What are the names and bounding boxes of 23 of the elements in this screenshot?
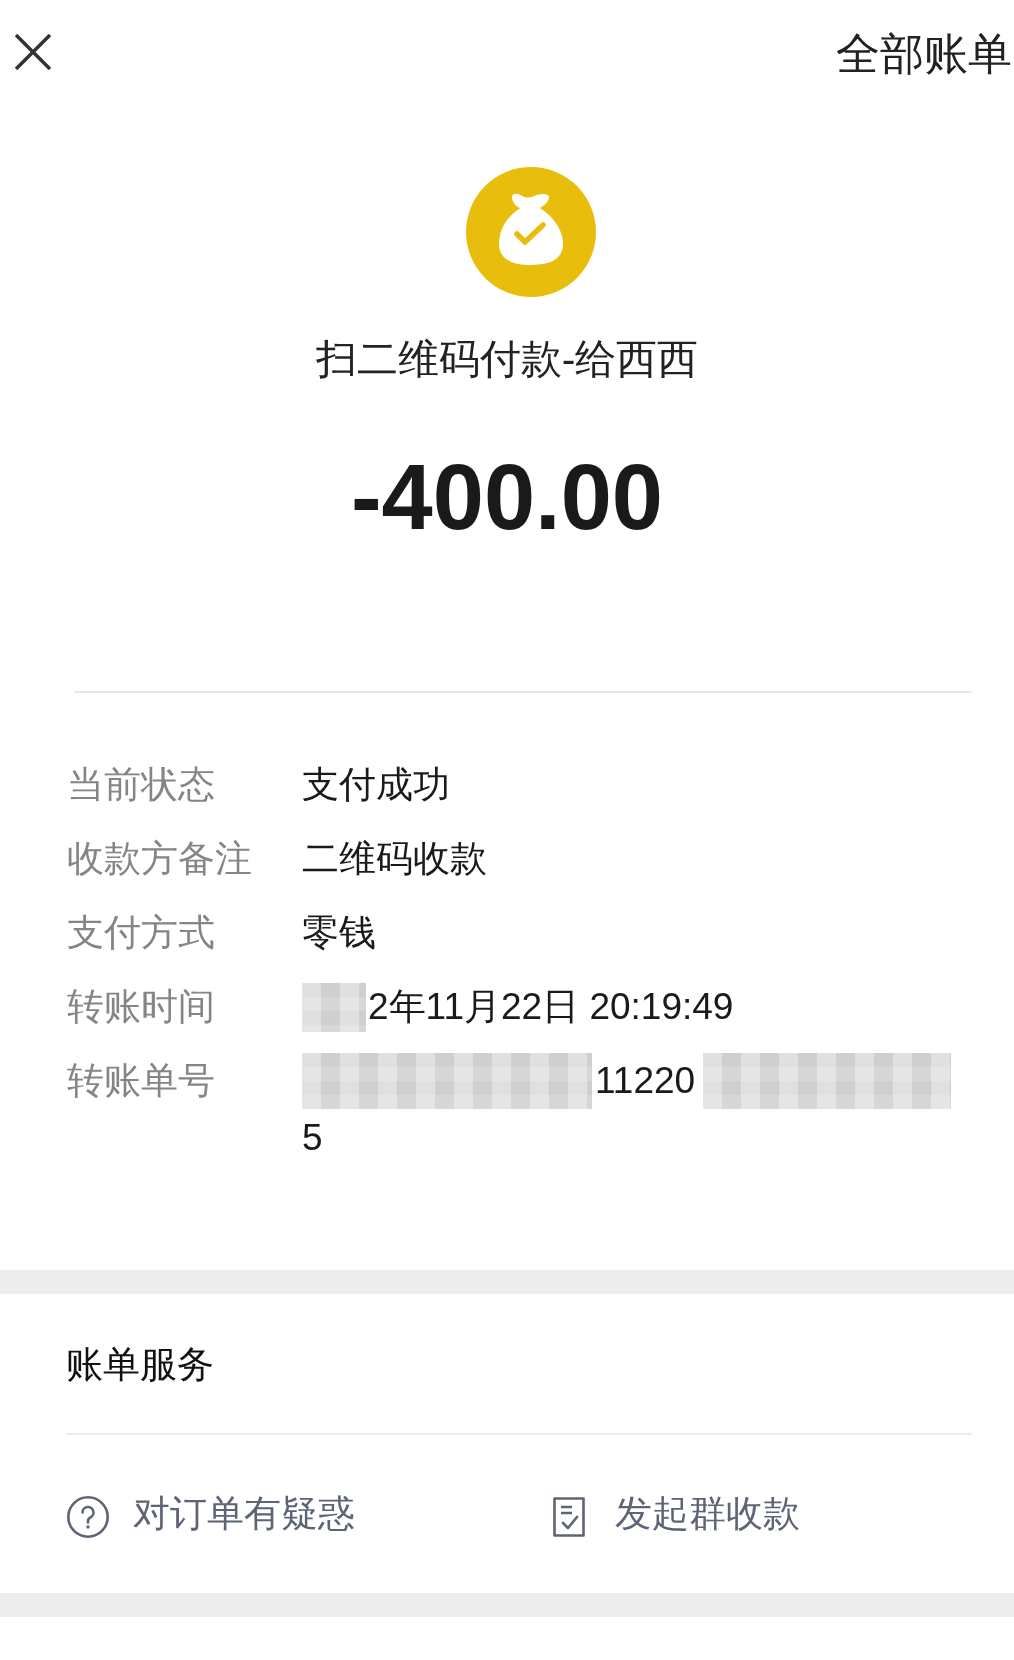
detail-label: 收款方备注 — [67, 837, 252, 881]
document-check-icon — [553, 1497, 585, 1537]
detail-value: 二维码收款 — [302, 837, 487, 881]
detail-value: 5 — [302, 1118, 323, 1158]
money-bag-check-icon — [466, 167, 596, 297]
payment-amount: -400.00 — [351, 447, 663, 547]
redaction-block — [302, 982, 366, 1032]
detail-label: 支付方式 — [67, 911, 215, 955]
service-link[interactable]: 发起群收款 — [553, 1490, 800, 1538]
section-title: 账单服务 — [66, 1343, 214, 1387]
detail-value: 2年11月22日 20:19:49 — [368, 985, 734, 1029]
payment-title: 扫二维码付款-给西西 — [315, 335, 699, 384]
close-button[interactable] — [15, 34, 51, 70]
detail-value-fragment: 11220 — [595, 1059, 696, 1103]
service-link[interactable]: 对订单有疑惑 — [67, 1490, 355, 1538]
detail-label: 当前状态 — [67, 763, 215, 807]
question-circle-icon — [67, 1496, 109, 1538]
detail-label: 转账单号 — [67, 1059, 215, 1103]
detail-value: 支付成功 — [302, 763, 450, 807]
all-bills-link[interactable]: 全部账单 — [836, 28, 1014, 80]
detail-label: 转账时间 — [67, 985, 215, 1029]
close-icon — [15, 34, 51, 70]
detail-value: 零钱 — [302, 911, 376, 955]
